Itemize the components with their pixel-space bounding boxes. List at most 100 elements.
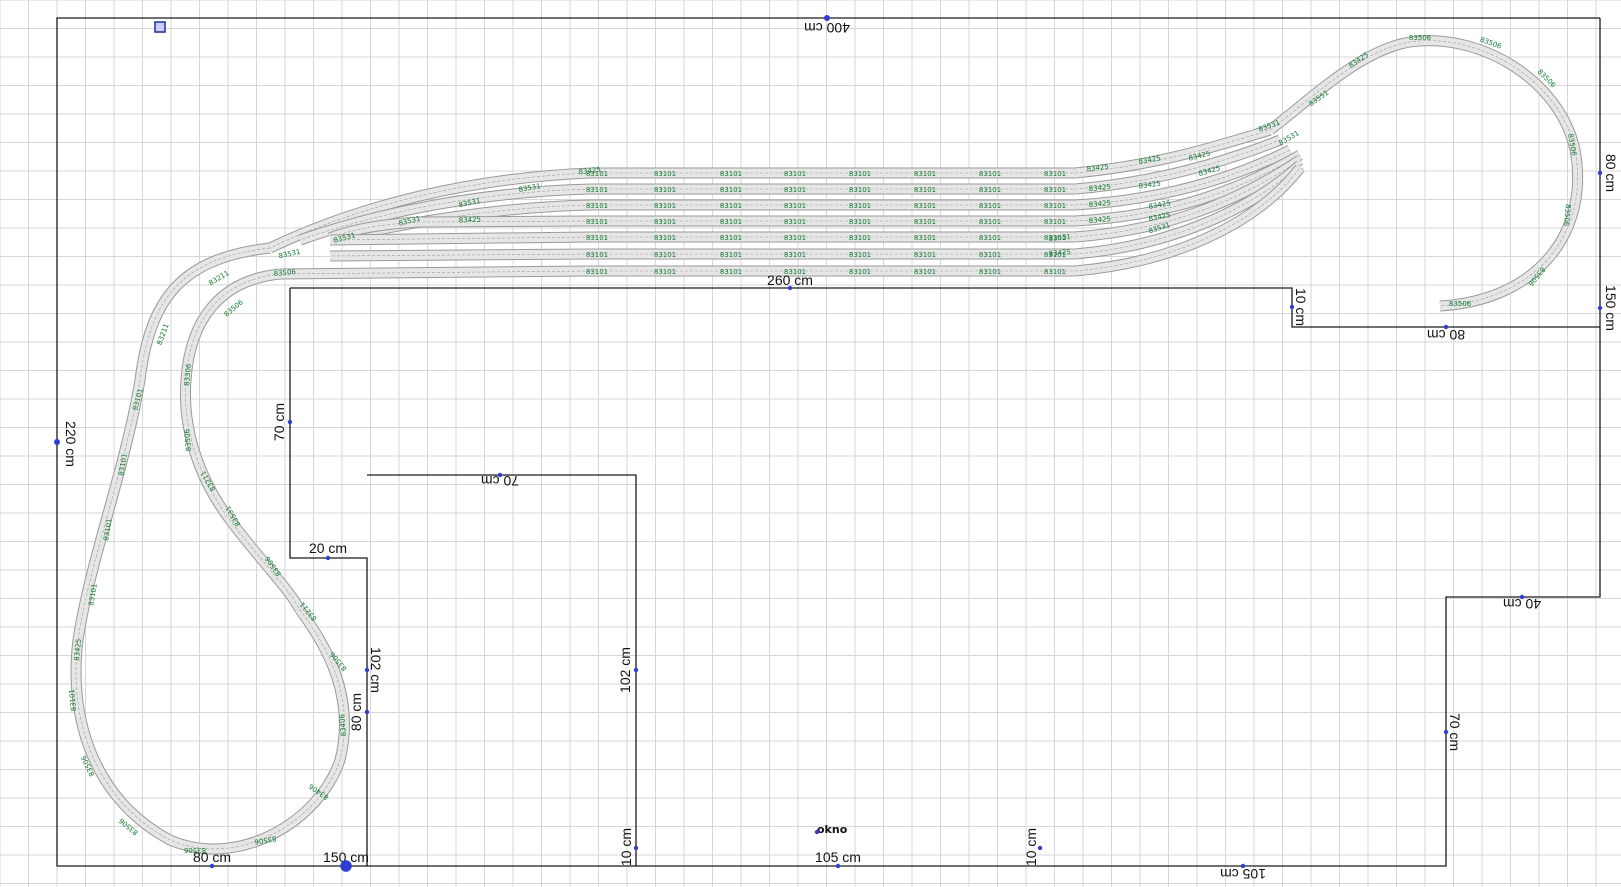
- track-part-label: 83101: [586, 234, 608, 242]
- track-part-label: 83101: [720, 268, 742, 276]
- track-part-label: 83101: [720, 234, 742, 242]
- dim-tick-b: 10 cm: [1023, 828, 1039, 866]
- node-marker[interactable]: [54, 439, 60, 445]
- track-part-label: 83101: [1044, 186, 1066, 194]
- track-part-label: 83531: [1277, 129, 1300, 147]
- track-part-label: 83101: [784, 218, 806, 226]
- dim-right-upper: 80 cm: [1603, 154, 1619, 192]
- node-marker[interactable]: [497, 472, 503, 478]
- node-marker[interactable]: [1443, 729, 1449, 735]
- track-part-label: 83101: [720, 218, 742, 226]
- track-bed-edge: [70, 242, 350, 855]
- origin-icon[interactable]: [154, 21, 166, 33]
- track-part-label: 83425: [1138, 180, 1161, 191]
- track-part-label: 83506: [1409, 34, 1432, 42]
- node-marker[interactable]: [633, 845, 639, 851]
- dim-notch-right: 102 cm: [617, 647, 633, 693]
- dim-tick-a: 10 cm: [618, 828, 634, 866]
- baseboard-outline: [56, 17, 1601, 867]
- node-marker[interactable]: [209, 863, 215, 869]
- track-part-label: 83101: [914, 202, 936, 210]
- notch-outline: [367, 474, 637, 866]
- track-part-label: 83101: [1044, 268, 1066, 276]
- track-part-label: 83306: [183, 363, 193, 386]
- node-marker[interactable]: [364, 709, 370, 715]
- track-part-label: 83101: [654, 186, 676, 194]
- node-markers: [54, 15, 1603, 872]
- track-part-label: 83101: [586, 268, 608, 276]
- node-marker[interactable]: [1443, 324, 1449, 330]
- track-part-label: 83101: [849, 234, 871, 242]
- track-part-label: 83506: [223, 298, 246, 319]
- track-part-label: 83101: [1044, 202, 1066, 210]
- dim-bottom-right: 105 cm: [1220, 866, 1266, 882]
- node-marker[interactable]: [814, 829, 820, 835]
- track-part-label: 83425: [459, 215, 482, 224]
- dim-right-step: 10 cm: [1293, 288, 1309, 326]
- track-part-label: 83506: [1449, 300, 1472, 308]
- track-bed: [71, 243, 349, 854]
- track-part-label: 83101: [914, 218, 936, 226]
- track-part-label: 83101: [849, 268, 871, 276]
- node-marker[interactable]: [835, 863, 841, 869]
- track-part-label: 83101: [979, 234, 1001, 242]
- outer-outline: [56, 17, 1601, 867]
- node-marker[interactable]: [325, 555, 331, 561]
- grid: [0, 0, 1621, 887]
- track-part-label: 83101: [586, 218, 608, 226]
- window-label: okno: [817, 823, 848, 836]
- track-part-label: 83101: [979, 251, 1001, 259]
- node-marker[interactable]: [364, 667, 370, 673]
- track-part-label: 83101: [784, 186, 806, 194]
- track-part-label: 83101: [654, 268, 676, 276]
- track-part-label: 83101: [849, 218, 871, 226]
- dim-inner-top: 260 cm: [767, 272, 813, 288]
- node-marker[interactable]: [824, 15, 830, 21]
- track-part-label: 83101: [979, 218, 1001, 226]
- node-marker[interactable]: [1597, 170, 1603, 176]
- track-part-label: 83101: [654, 202, 676, 210]
- node-marker[interactable]: [1289, 304, 1295, 310]
- track-part-label: 83425: [1088, 183, 1111, 193]
- node-marker[interactable]: [1240, 863, 1246, 869]
- dim-top: 400 cm: [804, 20, 850, 36]
- node-marker[interactable]: [287, 419, 293, 425]
- dim-bottom-left: 80 cm: [193, 849, 231, 865]
- track-part-label: 83506: [1562, 204, 1572, 227]
- track-part-label: 83101: [784, 234, 806, 242]
- node-marker[interactable]: [1037, 845, 1043, 851]
- node-marker[interactable]: [787, 285, 793, 291]
- track-part-label: 83101: [849, 251, 871, 259]
- track-part-label: 83101: [720, 170, 742, 178]
- track-part-label: 83101: [849, 186, 871, 194]
- dimension-labels: 400 cm 220 cm 260 cm 70 cm 70 cm 20 cm 1…: [63, 20, 1619, 882]
- track-part-label: 83101: [979, 170, 1001, 178]
- dim-right-shelf: 80 cm: [1427, 327, 1465, 343]
- track-part-labels: 83101 83101 83101 83101 83101 83101 83101 83101…: [68, 34, 1578, 854]
- track-part-label: 83101: [1044, 170, 1066, 178]
- dim-lower-right: 70 cm: [1447, 713, 1463, 751]
- node-marker[interactable]: [1519, 594, 1525, 600]
- track-part-label: 83101: [784, 170, 806, 178]
- track-part-label: 83101: [914, 170, 936, 178]
- node-marker[interactable]: [1597, 305, 1603, 311]
- node-marker[interactable]: [633, 667, 639, 673]
- track-part-label: 83101: [849, 170, 871, 178]
- track-part-label: 83101: [654, 234, 676, 242]
- track-part-label: 83101: [720, 202, 742, 210]
- track-part-label: 83101: [914, 251, 936, 259]
- track-part-label: 83101: [586, 251, 608, 259]
- track-part-label: 83101: [586, 186, 608, 194]
- track-part-label: 83101: [784, 202, 806, 210]
- track-part-label: 83101: [784, 251, 806, 259]
- track-part-label: 83101: [720, 186, 742, 194]
- track-part-label: 83101: [654, 218, 676, 226]
- dim-left: 220 cm: [63, 421, 79, 467]
- track-part-label: 83531: [278, 248, 301, 260]
- track-part-label: 83101: [979, 268, 1001, 276]
- node-marker[interactable]: [340, 860, 352, 872]
- layout-canvas[interactable]: 83101 83101 83101 83101 83101 83101 83101 83101…: [0, 0, 1621, 887]
- dim-bottom-mid: 105 cm: [815, 849, 861, 865]
- track-part-label: 83101: [979, 186, 1001, 194]
- track-part-label: 83101: [979, 202, 1001, 210]
